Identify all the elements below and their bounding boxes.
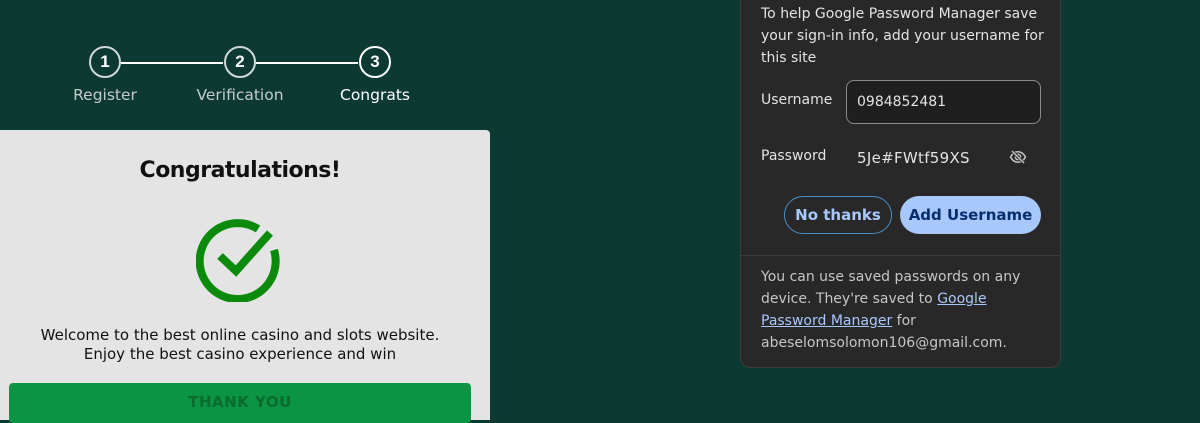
popup-intro: To help Google Password Manager save you… bbox=[761, 6, 1044, 66]
welcome-message: Welcome to the best online casino and sl… bbox=[40, 326, 440, 363]
registration-stepper: 1 2 3 Register Verification Congrats bbox=[0, 0, 490, 130]
footer-text-for: for bbox=[892, 313, 916, 329]
username-label: Username bbox=[761, 92, 833, 108]
step-connector bbox=[256, 62, 358, 64]
username-input[interactable] bbox=[846, 80, 1041, 124]
eye-off-icon[interactable] bbox=[1009, 148, 1027, 166]
password-label: Password bbox=[761, 148, 827, 164]
step-2-circle: 2 bbox=[224, 46, 256, 78]
add-username-button[interactable]: Add Username bbox=[900, 196, 1041, 234]
thank-you-button[interactable]: THANK YOU bbox=[9, 383, 471, 423]
popup-divider bbox=[741, 255, 1060, 256]
step-1-circle: 1 bbox=[89, 46, 121, 78]
step-3-circle: 3 bbox=[359, 46, 391, 78]
step-connector bbox=[121, 62, 223, 64]
password-value: 5Je#FWtf59XS bbox=[857, 149, 970, 167]
step-1-label: Register bbox=[73, 86, 137, 104]
account-email: abeselomsolomon106@gmail.com bbox=[761, 335, 1003, 351]
popup-footer: You can use saved passwords on any devic… bbox=[761, 266, 1046, 354]
step-3-label: Congrats bbox=[340, 86, 410, 104]
password-manager-popup: To help Google Password Manager save you… bbox=[740, 0, 1061, 368]
footer-period: . bbox=[1002, 335, 1007, 351]
check-circle-icon bbox=[196, 219, 280, 302]
card-title: Congratulations! bbox=[139, 158, 341, 183]
step-2-label: Verification bbox=[196, 86, 284, 104]
no-thanks-button[interactable]: No thanks bbox=[784, 196, 892, 234]
